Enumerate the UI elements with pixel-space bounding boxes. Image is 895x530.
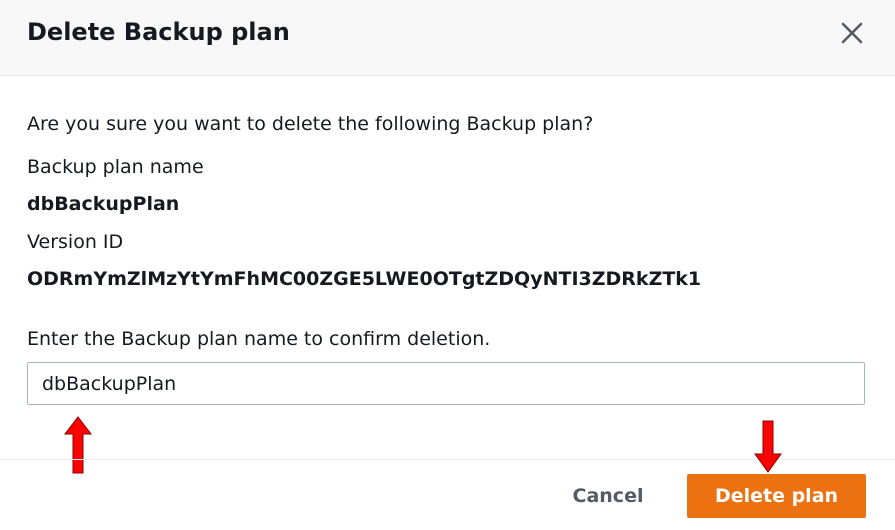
close-icon bbox=[841, 22, 863, 44]
red-arrow-up-icon bbox=[63, 416, 93, 474]
plan-name-label: Backup plan name bbox=[27, 156, 204, 178]
confirmation-question: Are you sure you want to delete the foll… bbox=[27, 113, 594, 135]
confirm-name-input[interactable] bbox=[27, 362, 865, 405]
plan-name-value: dbBackupPlan bbox=[27, 193, 180, 215]
cancel-button[interactable]: Cancel bbox=[556, 475, 660, 517]
delete-backup-plan-dialog: Delete Backup plan Are you sure you want… bbox=[0, 0, 895, 530]
dialog-header: Delete Backup plan bbox=[0, 0, 895, 76]
confirm-name-label: Enter the Backup plan name to confirm de… bbox=[27, 328, 491, 350]
close-button[interactable] bbox=[836, 17, 868, 49]
version-id-label: Version ID bbox=[27, 231, 124, 253]
version-id-value: ODRmYmZlMzYtYmFhMC00ZGE5LWE0OTgtZDQyNTI3… bbox=[27, 268, 702, 290]
dialog-title: Delete Backup plan bbox=[27, 18, 290, 46]
delete-plan-button[interactable]: Delete plan bbox=[687, 474, 866, 518]
red-arrow-down-icon bbox=[754, 420, 782, 473]
